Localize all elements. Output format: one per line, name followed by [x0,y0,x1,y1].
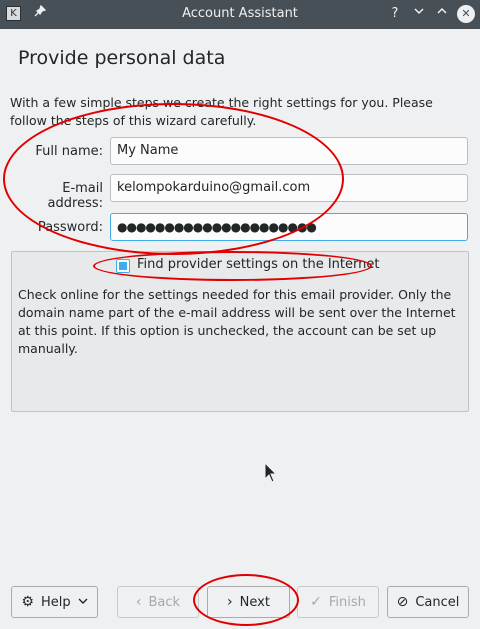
help-button[interactable]: ⚙ Help [11,586,98,618]
finish-label: Finish [328,594,366,610]
provider-description: Check online for the settings needed for… [18,287,456,356]
maximize-icon[interactable] [433,5,451,23]
checkbox-check [119,262,127,270]
close-icon[interactable]: ✕ [457,5,475,23]
password-label: Password: [37,220,103,235]
back-label: Back [148,594,181,610]
next-button[interactable]: › Next [207,586,290,618]
cancel-label: Cancel [415,594,460,610]
cancel-icon: ⊘ [396,594,409,610]
chevron-down-icon [78,595,88,610]
intro-text: With a few simple steps we create the ri… [10,95,433,128]
cancel-button[interactable]: ⊘ Cancel [387,586,469,618]
next-label: Next [239,594,270,610]
next-icon: › [227,594,233,610]
help-label: Help [40,594,71,610]
find-provider-label[interactable]: Find provider settings on the Internet [137,257,379,272]
back-icon: ‹ [135,594,142,610]
page-title: Provide personal data [18,47,226,69]
email-label: E-mail address: [47,181,103,211]
fullname-label: Full name: [35,144,103,159]
email-field[interactable]: kelompokarduino@gmail.com [110,174,468,202]
window-titlebar: K Account Assistant ? ✕ [0,0,480,29]
fullname-field[interactable]: My Name [110,137,468,165]
finish-icon: ✓ [310,594,322,610]
window-title: Account Assistant [182,6,298,21]
back-button[interactable]: ‹ Back [117,586,199,618]
minimize-icon[interactable] [410,5,428,23]
mouse-cursor-icon [264,461,278,488]
finish-button[interactable]: ✓ Finish [297,586,379,618]
help-icon[interactable]: ? [386,5,404,23]
help-icon: ⚙ [21,594,34,610]
find-provider-checkbox[interactable] [116,259,130,273]
password-field[interactable]: ●●●●●●●●●●●●●●●●●●●●● [110,213,468,241]
